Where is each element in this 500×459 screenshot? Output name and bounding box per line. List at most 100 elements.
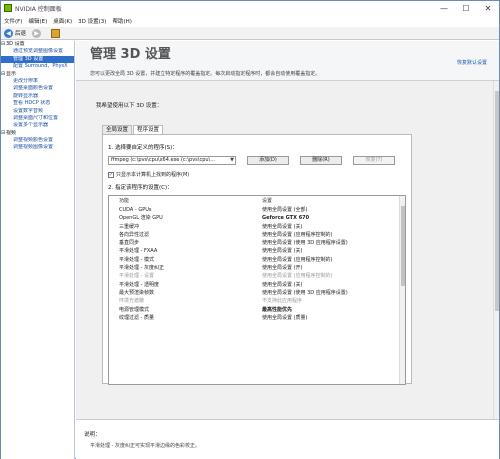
tree-label: 设置数字音频 <box>13 107 44 114</box>
menu-bar: 文件(F) 编辑(E) 桌面(K) 3D 设置(3) 帮助(H) <box>1 15 499 27</box>
feature-value[interactable]: 最高性能优先 <box>262 306 292 314</box>
add-program-button[interactable]: 添加(D) <box>247 156 289 165</box>
menu-edit[interactable]: 编辑(E) <box>28 17 47 25</box>
tab-global-settings[interactable]: 全局设置 <box>102 125 133 134</box>
tree-label: 管理 3D 设置 <box>13 55 44 62</box>
feature-value[interactable]: 使用全局设置 (应用程序控制的) <box>262 231 333 239</box>
remove-program-button[interactable]: 删除(R) <box>300 156 342 165</box>
tree-item[interactable]: 调整桌面尺寸和位置 <box>1 115 74 122</box>
toolbar: ◀ 后退 ▶ <box>1 27 499 40</box>
tree-category[interactable]: ⊟视频 <box>1 130 74 137</box>
feature-value[interactable]: 使用全局设置 (使用 3D 应用程序设置) <box>262 289 348 297</box>
navigation-tree: ⊟3D 设置 通过预览调整图像设置 管理 3D 设置 配置 Surround、Phys… <box>1 41 75 459</box>
chevron-down-icon: ▼ <box>230 157 234 163</box>
menu-desktop[interactable]: 桌面(K) <box>53 17 72 25</box>
tree-item[interactable]: 设置多个显示器 <box>1 122 74 129</box>
feature-name: 平滑处理 - 透明度 <box>119 281 159 288</box>
tree-item[interactable]: 更改分辨率 <box>1 78 74 85</box>
tree-category[interactable]: ⊟3D 设置 <box>1 41 74 48</box>
tree-label: 设置多个显示器 <box>13 122 49 129</box>
feature-value[interactable]: 使用全局设置 (应用程序控制的) <box>262 272 333 280</box>
settings-intro-label: 我希望使用以下 3D 设置： <box>96 103 163 109</box>
app-window: NVIDIA 控制面板 — ☐ ✕ 文件(F) 编辑(E) 桌面(K) 3D 设… <box>0 0 500 459</box>
feature-name: 各向异性过滤 <box>119 231 150 238</box>
tree-item[interactable]: 调整桌面颜色设置 <box>1 85 74 92</box>
feature-row[interactable]: 最大预渲染帧数 使用全局设置 (使用 3D 应用程序设置) <box>109 289 401 297</box>
close-button[interactable]: ✕ <box>477 1 499 15</box>
tree-category[interactable]: ⊟显示 <box>1 71 74 78</box>
feature-row[interactable]: 平滑处理 - FXAA 使用全局设置 (关) <box>109 247 401 255</box>
feature-name: 环境光遮蔽 <box>119 298 145 305</box>
feature-value[interactable]: 使用全局设置 (应用程序控制的) <box>262 256 333 264</box>
feature-row[interactable]: 各向异性过滤 使用全局设置 (应用程序控制的) <box>109 231 401 239</box>
tree-label: 更改分辨率 <box>13 77 39 84</box>
feature-row[interactable]: 纹理过滤 - 质量 使用全局设置 (质量) <box>109 314 401 322</box>
feature-value[interactable]: 不支持此应用程序 <box>262 297 302 305</box>
program-settings-pane: 1. 选择要自定义的程序(S)： ffmpeg (c:\pvs\cpu\x64.… <box>102 134 412 385</box>
feature-value[interactable]: Geforce GTX 670 <box>262 214 309 222</box>
feature-name: 平滑处理 - FXAA <box>119 248 158 255</box>
restore-defaults-link[interactable]: 恢复默认设置 <box>457 59 487 66</box>
feature-value[interactable]: 使用全局设置 (全部) <box>262 206 308 214</box>
setting-column-header: 设置 <box>262 198 273 204</box>
tree-item[interactable]: 调整视频颜色设置 <box>1 137 74 144</box>
feature-row[interactable]: 平滑处理 - 设置 使用全局设置 (应用程序控制的) <box>109 272 401 280</box>
program-select-value: ffmpeg (c:\pvs\cpu\x64.exe (c:\pvs\cpu\.… <box>111 157 216 163</box>
nvidia-logo-icon <box>4 4 12 12</box>
tree-item[interactable]: 设置数字音频 <box>1 108 74 115</box>
tab-program-settings[interactable]: 程序设置 <box>133 125 164 134</box>
window-title: NVIDIA 控制面板 <box>15 5 62 13</box>
menu-help[interactable]: 帮助(H) <box>112 17 131 25</box>
feature-row[interactable]: 平滑处理 - 灰度纠正 使用全局设置 (开) <box>109 264 401 272</box>
program-select[interactable]: ffmpeg (c:\pvs\cpu\x64.exe (c:\pvs\cpu\.… <box>108 156 236 165</box>
feature-rows: CUDA - GPUs 使用全局设置 (全部) OpenGL 渲染 GPU Gefor… <box>109 206 401 322</box>
title-bar[interactable]: NVIDIA 控制面板 — ☐ ✕ <box>1 1 499 15</box>
page-description: 您可以更改全局 3D 设置，并建立特定程序的覆盖指定。每次启动指定程序时，都会自… <box>90 71 321 77</box>
feature-row[interactable]: 环境光遮蔽 不支持此应用程序 <box>109 297 401 305</box>
tree-label: 调整桌面颜色设置 <box>13 85 54 92</box>
feature-value[interactable]: 使用全局设置 (质量) <box>262 314 308 322</box>
feature-name: 平滑处理 - 灰度纠正 <box>119 265 164 272</box>
page-header: 管理 3D 设置 恢复默认设置 您可以更改全局 3D 设置，并建立特定程序的覆盖… <box>76 41 499 81</box>
feature-list-scrollbar[interactable] <box>399 196 405 384</box>
forward-button[interactable]: ▶ <box>32 28 43 38</box>
maximize-button[interactable]: ☐ <box>455 1 477 15</box>
tree-item[interactable]: 查看 HDCP 状态 <box>1 100 74 107</box>
feature-name: 垂直同步 <box>119 240 140 247</box>
menu-file[interactable]: 文件(F) <box>4 17 22 25</box>
show-found-programs-checkbox[interactable]: ✓ <box>108 171 114 178</box>
tree-item[interactable]: 调整视频图像设置 <box>1 144 74 151</box>
restore-program-button[interactable]: 恢复(T) <box>353 156 395 165</box>
main-scrollbar[interactable] <box>493 81 499 459</box>
feature-row[interactable]: 平滑处理 - 透明度 使用全局设置 (关) <box>109 281 401 289</box>
feature-list-scroll-thumb[interactable] <box>401 206 405 286</box>
feature-value[interactable]: 使用全局设置 (开) <box>262 264 303 272</box>
feature-row[interactable]: CUDA - GPUs 使用全局设置 (全部) <box>109 206 401 214</box>
feature-name: 平滑处理 - 设置 <box>119 273 154 280</box>
feature-value[interactable]: 使用全局设置 (关) <box>262 247 303 255</box>
feature-value[interactable]: 使用全局设置 (关) <box>262 281 303 289</box>
feature-name: 纹理过滤 - 质量 <box>119 314 154 321</box>
description-title: 说明： <box>84 432 101 438</box>
feature-row[interactable]: 三重缓冲 使用全局设置 (关) <box>109 223 401 231</box>
tree-label: 显示 <box>6 70 17 77</box>
tree-item[interactable]: 配置 Surround、PhysX <box>1 63 74 70</box>
minimize-button[interactable]: — <box>433 1 455 15</box>
feature-value[interactable]: 使用全局设置 (关) <box>262 223 303 231</box>
main-scroll-thumb[interactable] <box>495 91 499 311</box>
tree-item[interactable]: 管理 3D 设置 <box>1 55 74 64</box>
home-button[interactable] <box>49 28 61 38</box>
tree-item[interactable]: 通过预览调整图像设置 <box>1 48 74 55</box>
tree-item[interactable]: 旋转显示器 <box>1 93 74 100</box>
feature-row[interactable]: 垂直同步 使用全局设置 (使用 3D 应用程序设置) <box>109 239 401 247</box>
show-found-programs-row[interactable]: ✓ 只显示本计算机上找到的程序(M) <box>108 171 189 178</box>
feature-value[interactable]: 使用全局设置 (使用 3D 应用程序设置) <box>262 239 348 247</box>
window-controls: — ☐ ✕ <box>433 1 499 15</box>
main-panel: 管理 3D 设置 恢复默认设置 您可以更改全局 3D 设置，并建立特定程序的覆盖… <box>76 41 499 459</box>
back-button[interactable]: ◀ 后退 <box>4 28 26 38</box>
feature-row[interactable]: OpenGL 渲染 GPU Geforce GTX 670 <box>109 214 401 222</box>
feature-settings-list: 功能 设置 CUDA - GPUs 使用全局设置 (全部) OpenGL 渲染 GP… <box>108 195 406 385</box>
menu-3d-settings[interactable]: 3D 设置(3) <box>78 17 106 25</box>
feature-row[interactable]: 电源管理模式 最高性能优先 <box>109 306 401 314</box>
feature-row[interactable]: 平滑处理 - 模式 使用全局设置 (应用程序控制的) <box>109 256 401 264</box>
